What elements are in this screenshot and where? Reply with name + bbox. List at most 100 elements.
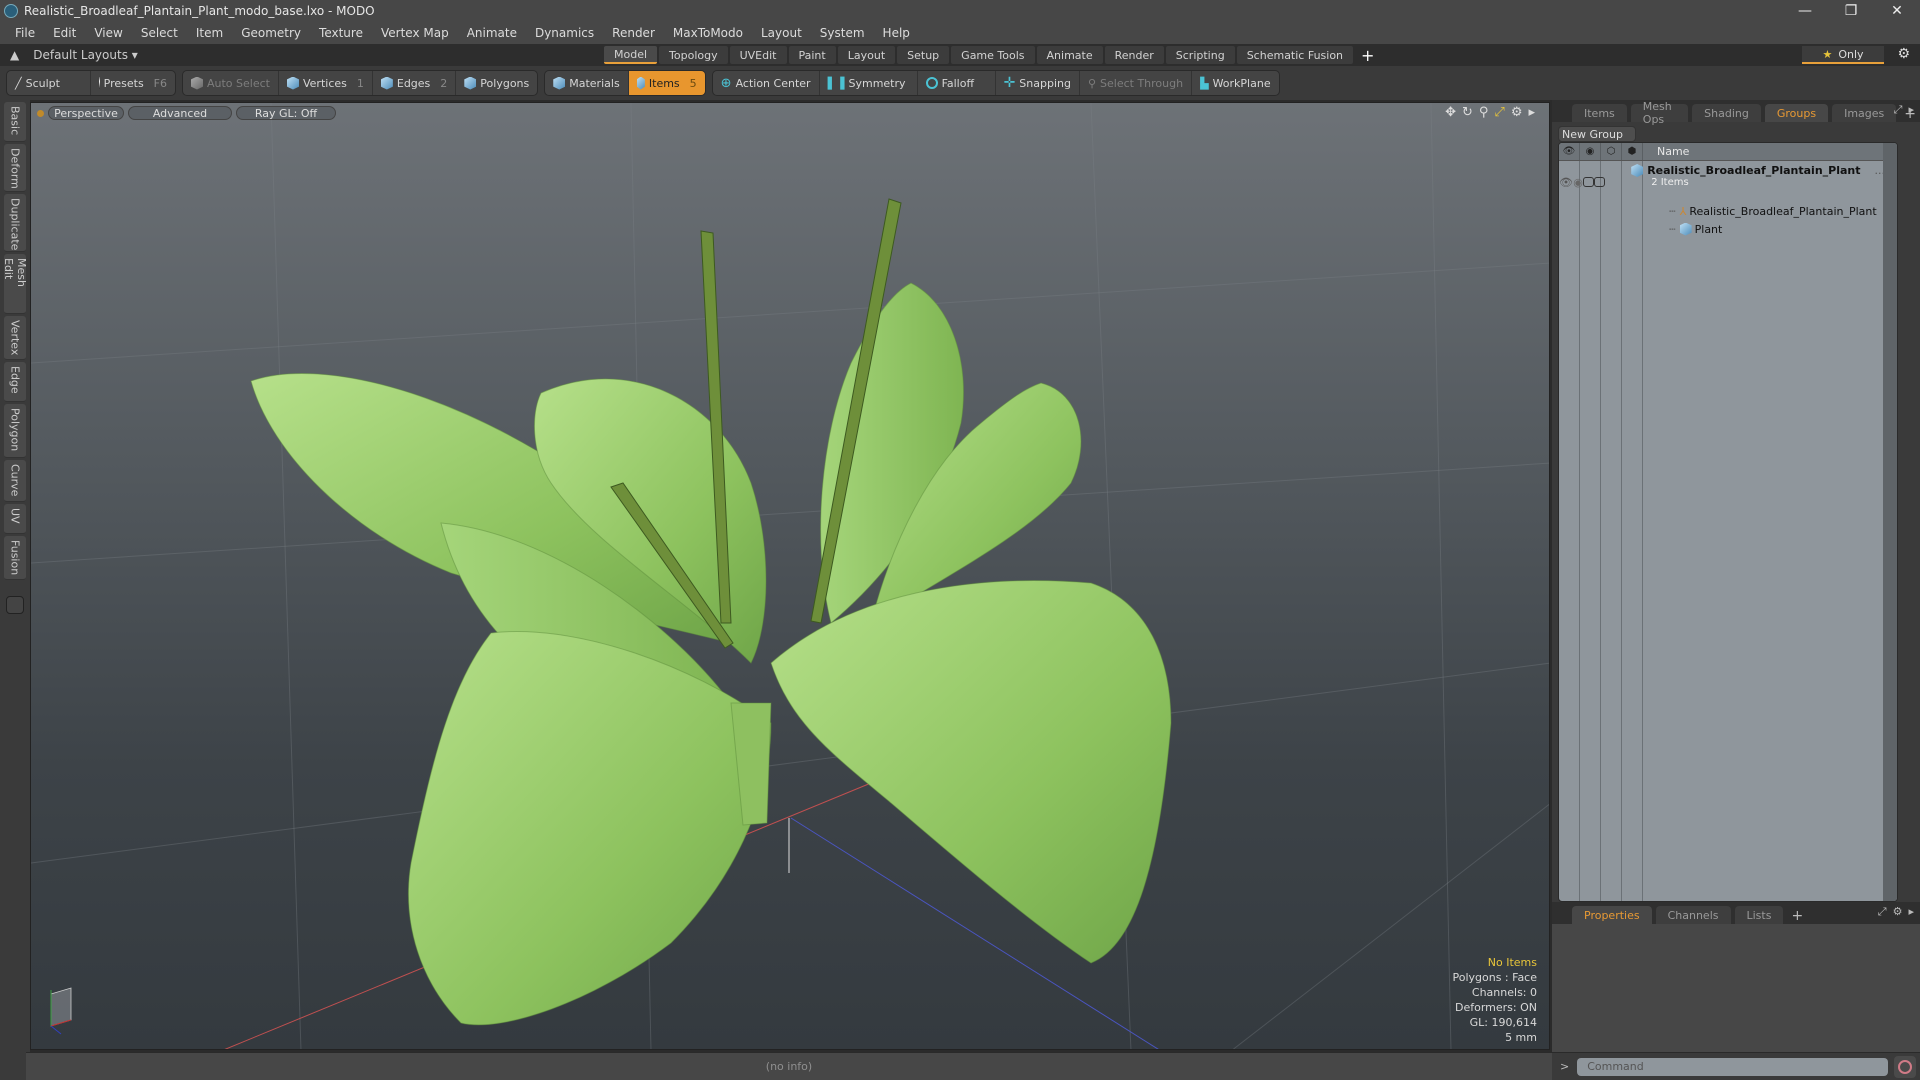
select-column-icon[interactable]: ⬢ bbox=[1622, 143, 1643, 160]
workplane-button[interactable]: ▙ WorkPlane bbox=[1192, 71, 1279, 95]
menu-dynamics[interactable]: Dynamics bbox=[526, 26, 603, 40]
view-mode-dropdown[interactable]: Perspective bbox=[48, 106, 124, 120]
sidetab-basic[interactable]: Basic bbox=[4, 102, 26, 142]
tab-game-tools[interactable]: Game Tools bbox=[951, 46, 1035, 64]
sidetab-duplicate[interactable]: Duplicate bbox=[4, 194, 26, 252]
vertices-button[interactable]: Vertices 1 bbox=[279, 71, 373, 95]
lock-toggle[interactable] bbox=[1583, 177, 1595, 187]
palette-toggle-button[interactable] bbox=[6, 596, 24, 614]
sidetab-polygon[interactable]: Polygon bbox=[4, 404, 26, 458]
menu-edit[interactable]: Edit bbox=[44, 26, 85, 40]
sidetab-mesh-edit[interactable]: Mesh Edit bbox=[2, 254, 28, 314]
close-button[interactable]: ✕ bbox=[1874, 0, 1920, 22]
zoom-icon[interactable]: ⚲ bbox=[1479, 105, 1489, 120]
menu-system[interactable]: System bbox=[811, 26, 874, 40]
name-column-header[interactable]: Name bbox=[1643, 145, 1689, 158]
menu-vertex-map[interactable]: Vertex Map bbox=[372, 26, 458, 40]
sidetab-uv[interactable]: UV bbox=[4, 504, 26, 534]
select-through-button[interactable]: ⚲ Select Through bbox=[1080, 71, 1193, 95]
pan-icon[interactable]: ✥ bbox=[1445, 105, 1456, 120]
tab-animate[interactable]: Animate bbox=[1036, 46, 1103, 64]
panel-expand-arrow-icon[interactable]: ▸ bbox=[1908, 103, 1914, 117]
group-row[interactable]: 👁 ◉ Realistic_Broadleaf_Plantain_Plant .… bbox=[1559, 164, 1885, 199]
tab-uvedit[interactable]: UVEdit bbox=[729, 46, 787, 64]
minimize-button[interactable]: — bbox=[1782, 0, 1828, 22]
new-group-button[interactable]: New Group bbox=[1558, 126, 1636, 142]
properties-gear-icon[interactable]: ⚙ bbox=[1893, 905, 1903, 919]
shading-dropdown[interactable]: Advanced bbox=[128, 106, 232, 120]
materials-button[interactable]: Materials bbox=[545, 71, 629, 95]
record-macro-button[interactable] bbox=[1894, 1055, 1916, 1078]
tab-channels[interactable]: Channels bbox=[1655, 906, 1731, 924]
sidetab-curve[interactable]: Curve bbox=[4, 460, 26, 502]
tab-properties[interactable]: Properties bbox=[1572, 906, 1652, 924]
select-toggle[interactable] bbox=[1594, 177, 1606, 187]
sidetab-deform[interactable]: Deform bbox=[4, 144, 26, 192]
collapse-up-icon[interactable]: ▲ bbox=[10, 48, 19, 62]
menu-geometry[interactable]: Geometry bbox=[232, 26, 310, 40]
render-column-icon[interactable]: ◉ bbox=[1580, 143, 1601, 160]
panel-maximize-icon[interactable]: ⤢ bbox=[1894, 103, 1903, 117]
tab-topology[interactable]: Topology bbox=[659, 46, 728, 64]
sculpt-button[interactable]: ╱ Sculpt bbox=[7, 71, 91, 95]
items-button[interactable]: Items 5 bbox=[628, 71, 705, 95]
sidetab-fusion[interactable]: Fusion bbox=[4, 536, 26, 580]
default-layouts-dropdown[interactable]: Default Layouts ▾ bbox=[33, 48, 138, 62]
add-tab-button[interactable]: + bbox=[1355, 46, 1380, 65]
properties-expand-arrow-icon[interactable]: ▸ bbox=[1908, 905, 1914, 919]
menu-help[interactable]: Help bbox=[874, 26, 919, 40]
auto-select-button[interactable]: Auto Select bbox=[183, 71, 279, 95]
tab-shading[interactable]: Shading bbox=[1692, 104, 1761, 122]
tab-setup[interactable]: Setup bbox=[897, 46, 950, 64]
menu-view[interactable]: View bbox=[85, 26, 131, 40]
lock-column-icon[interactable]: ⬡ bbox=[1601, 143, 1622, 160]
maximize-icon[interactable]: ⤢ bbox=[1494, 105, 1504, 120]
tab-model[interactable]: Model bbox=[604, 46, 658, 64]
raygl-dropdown[interactable]: Ray GL: Off bbox=[236, 106, 336, 120]
snapping-button[interactable]: ✛ Snapping bbox=[996, 71, 1080, 95]
visibility-toggle-icon[interactable]: 👁 bbox=[1559, 176, 1573, 189]
expand-arrow-icon[interactable]: ▸ bbox=[1528, 105, 1535, 120]
symmetry-button[interactable]: ▌▐ Symmetry bbox=[820, 71, 918, 95]
tab-groups[interactable]: Groups bbox=[1764, 104, 1829, 122]
restore-button[interactable]: ❐ bbox=[1828, 0, 1874, 22]
command-input[interactable]: Command bbox=[1577, 1057, 1888, 1076]
falloff-button[interactable]: Falloff bbox=[918, 71, 996, 95]
menu-maxtomodo[interactable]: MaxToModo bbox=[664, 26, 752, 40]
tree-scrollbar[interactable] bbox=[1883, 143, 1897, 901]
render-toggle-icon[interactable]: ◉ bbox=[1573, 176, 1583, 189]
tab-layout[interactable]: Layout bbox=[837, 46, 896, 64]
tab-schematic-fusion[interactable]: Schematic Fusion bbox=[1236, 46, 1354, 64]
tab-items[interactable]: Items bbox=[1572, 104, 1627, 122]
polygons-button[interactable]: Polygons bbox=[456, 71, 537, 95]
menu-select[interactable]: Select bbox=[132, 26, 187, 40]
group-child-row[interactable]: ┄ ⅄ Realistic_Broadleaf_Plantain_Plant bbox=[1669, 203, 1877, 219]
action-center-button[interactable]: ⊕ Action Center bbox=[713, 71, 820, 95]
menu-file[interactable]: File bbox=[6, 26, 44, 40]
add-properties-tab-button[interactable]: + bbox=[1787, 908, 1807, 924]
3d-viewport[interactable]: Perspective Advanced Ray GL: Off ✥ ↻ ⚲ ⤢… bbox=[30, 102, 1550, 1050]
tab-render[interactable]: Render bbox=[1104, 46, 1164, 64]
viewport-indicator-dot[interactable] bbox=[37, 109, 44, 117]
rotate-icon[interactable]: ↻ bbox=[1462, 105, 1473, 120]
sidetab-edge[interactable]: Edge bbox=[4, 362, 26, 402]
visibility-column-icon[interactable]: 👁 bbox=[1559, 143, 1580, 160]
presets-button[interactable]: Presets F6 bbox=[91, 71, 175, 95]
viewport-settings-icon[interactable]: ⚙ bbox=[1511, 105, 1523, 120]
only-toggle[interactable]: ★ Only bbox=[1802, 46, 1884, 64]
tab-paint[interactable]: Paint bbox=[788, 46, 836, 64]
menu-layout[interactable]: Layout bbox=[752, 26, 811, 40]
group-child-row[interactable]: ┄ Plant bbox=[1669, 221, 1722, 237]
tab-images[interactable]: Images bbox=[1832, 104, 1897, 122]
tab-mesh-ops[interactable]: Mesh Ops bbox=[1630, 100, 1689, 126]
menu-render[interactable]: Render bbox=[603, 26, 664, 40]
tab-scripting[interactable]: Scripting bbox=[1165, 46, 1235, 64]
edges-button[interactable]: Edges 2 bbox=[373, 71, 457, 95]
gear-icon[interactable]: ⚙ bbox=[1897, 46, 1910, 62]
tab-lists[interactable]: Lists bbox=[1734, 906, 1784, 924]
properties-maximize-icon[interactable]: ⤢ bbox=[1878, 905, 1887, 919]
sidetab-vertex[interactable]: Vertex bbox=[4, 316, 26, 360]
menu-texture[interactable]: Texture bbox=[310, 26, 372, 40]
menu-item[interactable]: Item bbox=[187, 26, 232, 40]
menu-animate[interactable]: Animate bbox=[458, 26, 526, 40]
